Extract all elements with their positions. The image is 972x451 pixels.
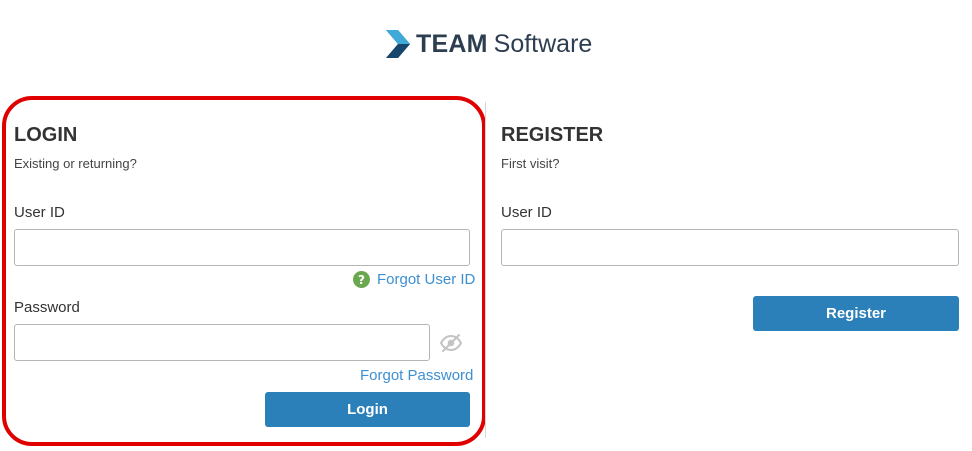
register-title: REGISTER xyxy=(501,124,604,146)
register-button[interactable]: Register xyxy=(753,296,959,331)
register-subtitle: First visit? xyxy=(501,156,560,171)
brand-name-light: Software xyxy=(493,29,593,58)
register-user-id-label: User ID xyxy=(501,204,552,221)
brand-logo: TEAM Software xyxy=(386,28,592,60)
login-button[interactable]: Login xyxy=(265,392,470,427)
login-password-input[interactable] xyxy=(14,324,430,361)
login-password-label: Password xyxy=(14,299,80,316)
login-user-id-input[interactable] xyxy=(14,229,470,266)
login-subtitle: Existing or returning? xyxy=(14,156,137,171)
team-chevron-logo-icon xyxy=(386,30,410,58)
forgot-password-link[interactable]: Forgot Password xyxy=(360,367,473,384)
section-divider xyxy=(485,102,486,438)
brand-name-bold: TEAM xyxy=(416,29,488,58)
question-circle-icon: ? xyxy=(353,271,370,288)
forgot-user-id-label: Forgot User ID xyxy=(377,271,476,288)
forgot-user-id-link[interactable]: ? Forgot User ID xyxy=(353,271,475,288)
register-user-id-input[interactable] xyxy=(501,229,959,266)
eye-slash-icon[interactable] xyxy=(440,334,462,352)
login-user-id-label: User ID xyxy=(14,204,65,221)
login-title: LOGIN xyxy=(14,124,78,146)
